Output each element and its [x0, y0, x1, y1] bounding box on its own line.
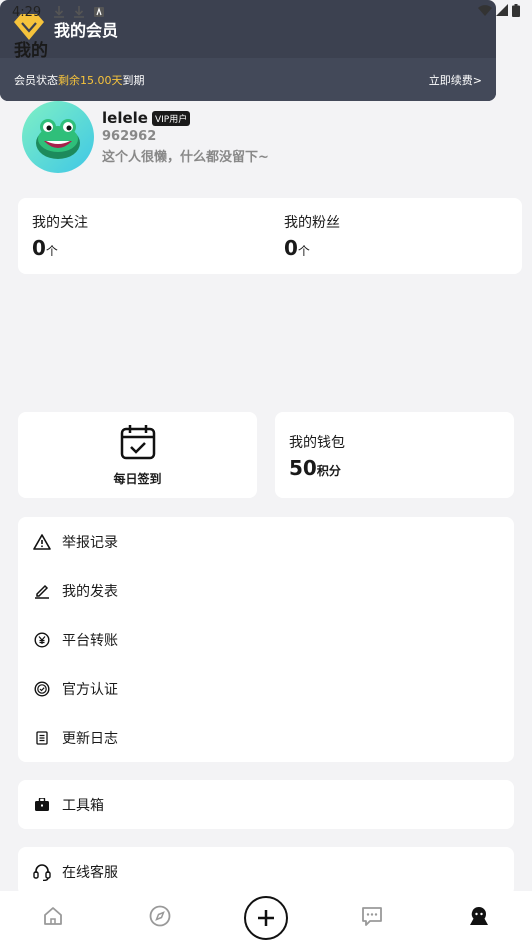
chat-icon: [361, 906, 383, 931]
following-unit: 个: [45, 244, 58, 258]
membership-status-suffix: 到期: [122, 73, 145, 87]
frog-avatar-icon: [36, 119, 80, 159]
fans-unit: 个: [297, 244, 310, 258]
app-notification-icon: [93, 6, 105, 18]
menu-item-label: 更新日志: [62, 730, 118, 747]
status-time: 4:29: [12, 4, 42, 20]
toolbox-item[interactable]: 工具箱: [18, 780, 514, 829]
warning-icon: [32, 532, 52, 552]
compass-icon: [149, 905, 171, 931]
home-icon: [43, 906, 63, 930]
tab-discover[interactable]: [130, 891, 190, 945]
toolbox-label: 工具箱: [62, 797, 104, 814]
signal-icon: [496, 4, 508, 20]
tab-home[interactable]: [23, 891, 83, 945]
following-label: 我的关注: [32, 215, 88, 231]
wallet-points-unit: 积分: [316, 464, 341, 478]
download-icon: [73, 6, 85, 18]
tab-create[interactable]: [236, 891, 296, 945]
service-label: 在线客服: [62, 864, 118, 881]
download-icon: [53, 6, 65, 18]
wifi-icon: [478, 4, 492, 20]
menu-list: 举报记录 我的发表 平台转账 官方认证 更新日志: [18, 517, 514, 762]
menu-item-label: 官方认证: [62, 681, 118, 698]
membership-remaining: 剩余15.00天: [58, 73, 123, 87]
menu-item-my-posts[interactable]: 我的发表: [18, 566, 514, 615]
wallet-card[interactable]: 我的钱包 50积分: [275, 412, 514, 498]
tab-messages[interactable]: [342, 891, 402, 945]
battery-icon: [512, 3, 520, 21]
wallet-label: 我的钱包: [289, 435, 345, 451]
vip-badge: VIP用户: [151, 110, 191, 126]
wallet-points: 50: [289, 456, 317, 480]
following-count: 0: [32, 236, 46, 260]
menu-item-platform-transfer[interactable]: 平台转账: [18, 615, 514, 664]
fans-label: 我的粉丝: [284, 215, 340, 231]
menu-item-report-records[interactable]: 举报记录: [18, 517, 514, 566]
pen-icon: [32, 581, 52, 601]
profile-name: lelele: [102, 109, 148, 127]
daily-checkin-card[interactable]: 每日签到: [18, 412, 257, 498]
profile-bio: 这个人很懒，什么都没留下~: [102, 150, 269, 165]
menu-item-label: 举报记录: [62, 534, 118, 551]
bottom-tab-bar: [0, 891, 532, 945]
menu-item-label: 平台转账: [62, 632, 118, 649]
verified-icon: [32, 679, 52, 699]
fans-count: 0: [284, 236, 298, 260]
follow-stats-card: 我的关注 0个 我的粉丝 0个: [18, 198, 522, 274]
menu-item-label: 我的发表: [62, 583, 118, 600]
plus-icon: [243, 896, 288, 940]
yen-icon: [32, 630, 52, 650]
profile-id: 962962: [102, 129, 157, 144]
toolbox-icon: [32, 795, 52, 815]
page-title: 我的: [14, 41, 48, 61]
menu-item-official-verification[interactable]: 官方认证: [18, 664, 514, 713]
profile-section[interactable]: lelele VIP用户 962962 这个人很懒，什么都没留下~: [22, 100, 269, 174]
tab-profile[interactable]: [449, 891, 509, 945]
profile-icon: [469, 906, 489, 930]
calendar-check-icon: [120, 424, 156, 464]
fans-stat[interactable]: 我的粉丝 0个: [270, 198, 522, 274]
menu-item-changelog[interactable]: 更新日志: [18, 713, 514, 762]
online-service-item[interactable]: 在线客服: [18, 847, 514, 896]
following-stat[interactable]: 我的关注 0个: [18, 198, 270, 274]
renew-link[interactable]: 立即续费>: [429, 72, 482, 88]
list-icon: [32, 728, 52, 748]
membership-status-prefix: 会员状态: [14, 73, 58, 87]
checkin-label: 每日签到: [113, 471, 162, 486]
status-bar: 4:29: [0, 0, 532, 24]
headset-icon: [32, 862, 52, 882]
avatar[interactable]: [22, 101, 94, 173]
